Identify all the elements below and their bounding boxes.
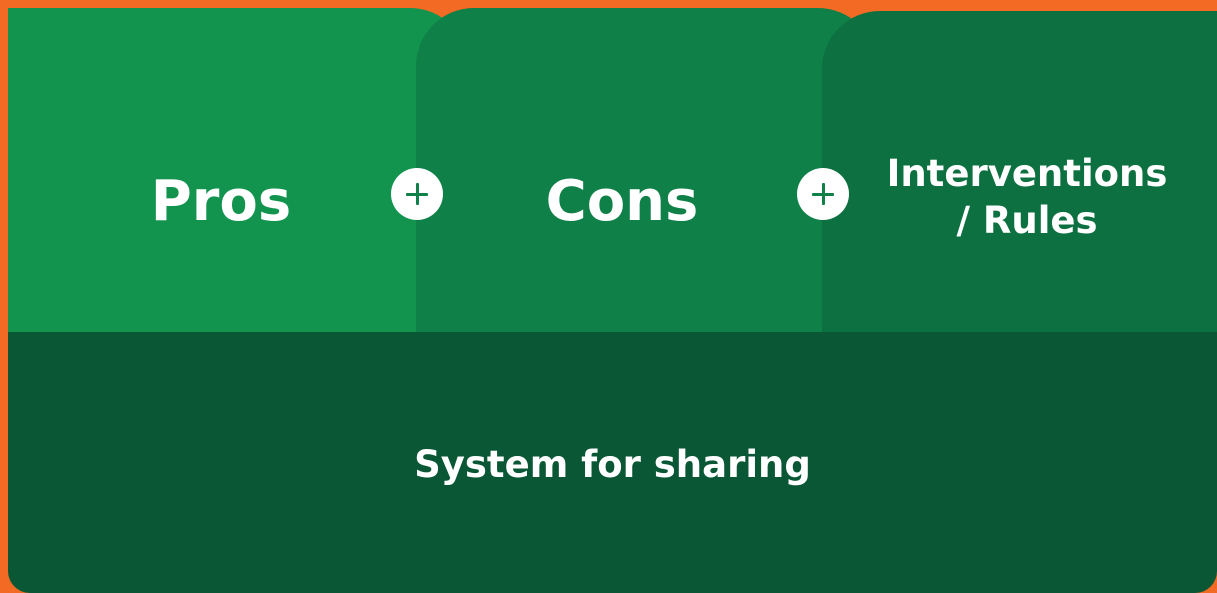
plus-icon [797,168,849,220]
diagram-canvas: Pros Cons Interventions / Rules System f… [0,0,1217,593]
system-for-sharing-label: System for sharing [414,443,811,486]
interventions-rules-label-line-1: Interventions [886,152,1168,195]
system-for-sharing-card: System for sharing [8,332,1217,593]
interventions-rules-label-line-2: / Rules [956,199,1098,242]
interventions-rules-card: Interventions / Rules [822,11,1217,348]
interventions-rules-label: Interventions / Rules [872,150,1182,244]
cons-label: Cons [545,169,699,234]
pros-label: Pros [150,169,292,234]
plus-icon [391,168,443,220]
